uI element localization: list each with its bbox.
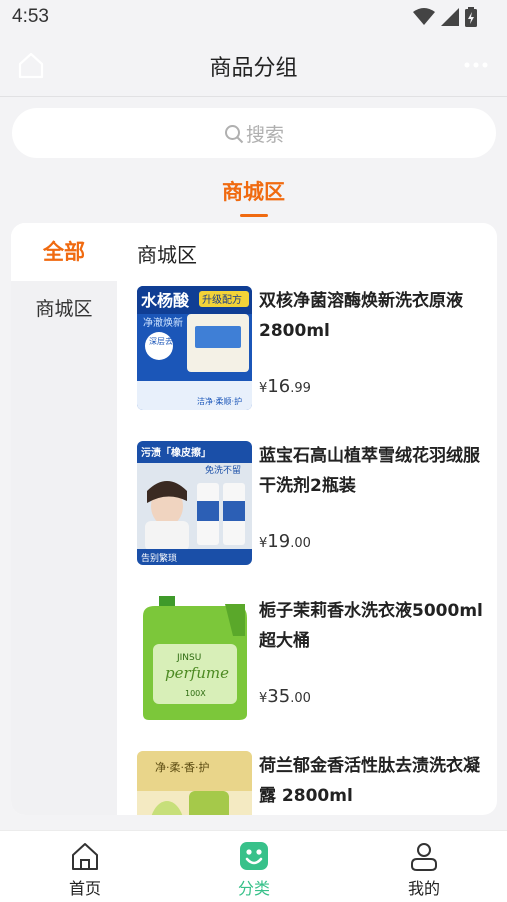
product-item[interactable]: JINSU perfume 100X 栀子茉莉香水洗衣液5000ml 超大桶 ¥… [137, 596, 487, 751]
section-title: 商城区 [137, 243, 197, 267]
search-icon [224, 125, 244, 144]
page-title: 商品分组 [209, 56, 298, 81]
svg-text:净澈焕新: 净澈焕新 [143, 316, 183, 329]
tab-home[interactable]: 首页 [25, 839, 145, 899]
product-item[interactable]: 净·柔·香·护 荷兰郁金香活性肽去渍洗衣凝露 2800ml [137, 751, 487, 815]
product-image[interactable]: 污渍「橡皮擦」 免洗不留 告别繁琐 [137, 441, 252, 565]
svg-text:100X: 100X [185, 689, 206, 698]
search-placeholder: 搜索 [245, 124, 284, 146]
product-price: ¥35.00 [259, 686, 311, 707]
svg-text:升级配方: 升级配方 [202, 293, 242, 306]
svg-text:洁净·柔顺·护: 洁净·柔顺·护 [197, 396, 242, 406]
tab-label: 我的 [407, 879, 440, 898]
category-all[interactable]: 全部 [11, 223, 117, 281]
svg-text:告别繁琐: 告别繁琐 [141, 552, 177, 564]
svg-text:净·柔·香·护: 净·柔·香·护 [155, 760, 210, 774]
product-name[interactable]: 蓝宝石高山植萃雪绒花羽绒服干洗剂2瓶装 [259, 441, 489, 501]
status-icons [413, 6, 477, 28]
tab-label: 商城区 [222, 180, 285, 204]
product-image[interactable]: 净·柔·香·护 [137, 751, 252, 815]
home-icon [72, 843, 98, 870]
status-time: 4:53 [12, 6, 49, 27]
status-bar: 4:53 [0, 0, 507, 36]
nav-bar: 商品分组 [0, 36, 507, 97]
wifi-icon [413, 8, 435, 25]
category-sidebar: 商城区 [11, 281, 117, 815]
svg-text:深层去渍: 深层去渍 [149, 336, 181, 346]
category-panel: 全部 商城区 商城区 水杨酸 升级配方 净澈焕新 深层去渍 洁净·柔顺·护 双核… [11, 223, 497, 815]
product-price: ¥19.00 [259, 531, 311, 552]
product-name[interactable]: 荷兰郁金香活性肽去渍洗衣凝露 2800ml [259, 751, 489, 811]
tab-label: 分类 [237, 879, 270, 898]
bottom-tab-bar: 首页 分类 我的 [0, 830, 507, 902]
category-item-mall-zone[interactable]: 商城区 [11, 281, 117, 337]
more-icon[interactable] [463, 60, 489, 70]
product-image[interactable]: JINSU perfume 100X [137, 596, 252, 720]
category-icon [240, 842, 268, 870]
product-name[interactable]: 栀子茉莉香水洗衣液5000ml 超大桶 [259, 596, 489, 656]
svg-text:perfume: perfume [165, 664, 229, 682]
product-list: 水杨酸 升级配方 净澈焕新 深层去渍 洁净·柔顺·护 双核净菌溶酶焕新洗衣原液2… [137, 286, 487, 815]
tab-mall-zone[interactable]: 商城区 [0, 176, 507, 217]
svg-text:JINSU: JINSU [176, 653, 201, 663]
product-item[interactable]: 水杨酸 升级配方 净澈焕新 深层去渍 洁净·柔顺·护 双核净菌溶酶焕新洗衣原液2… [137, 286, 487, 441]
tab-mine[interactable]: 我的 [364, 839, 484, 899]
user-icon [411, 843, 437, 871]
tab-category[interactable]: 分类 [194, 839, 314, 899]
svg-text:水杨酸: 水杨酸 [141, 291, 190, 310]
tab-underline [239, 214, 268, 217]
product-price: ¥16.99 [259, 376, 311, 397]
signal-icon [441, 8, 459, 26]
product-image[interactable]: 水杨酸 升级配方 净澈焕新 深层去渍 洁净·柔顺·护 [137, 286, 252, 410]
svg-text:免洗不留: 免洗不留 [205, 464, 241, 476]
product-name[interactable]: 双核净菌溶酶焕新洗衣原液2800ml [259, 286, 489, 346]
product-item[interactable]: 污渍「橡皮擦」 免洗不留 告别繁琐 蓝宝石高山植萃雪绒花羽绒服干洗剂2瓶装 ¥1… [137, 441, 487, 596]
search-input[interactable]: 搜索 [12, 108, 496, 158]
tab-label: 首页 [68, 879, 101, 898]
svg-text:污渍「橡皮擦」: 污渍「橡皮擦」 [141, 446, 211, 459]
battery-icon [465, 7, 477, 27]
